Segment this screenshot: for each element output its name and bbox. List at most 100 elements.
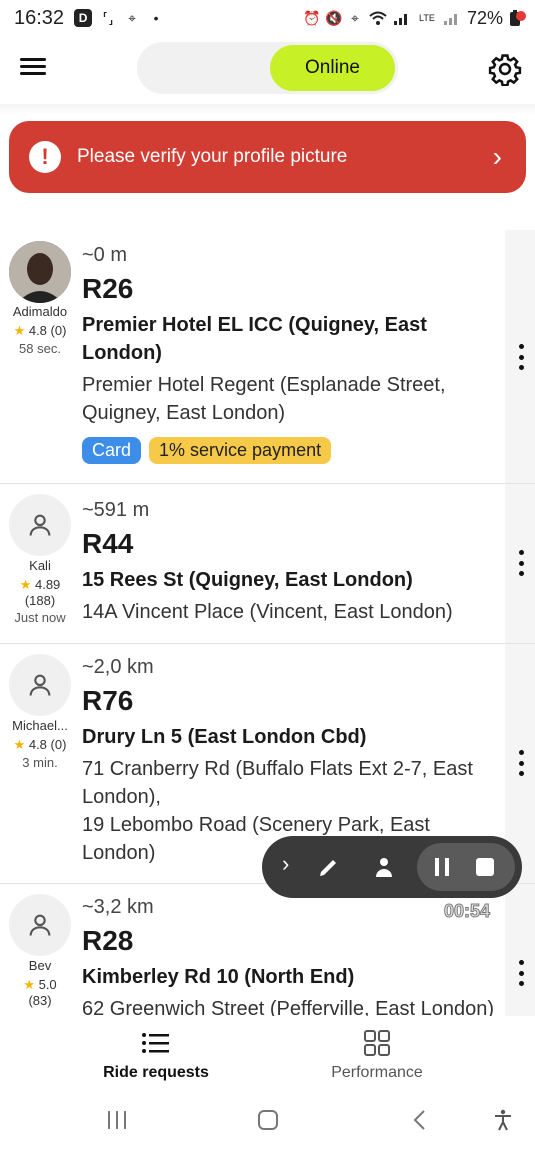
user-placeholder-icon [29,674,51,696]
nav-label: Ride requests [103,1064,209,1081]
app-header: Online [0,36,535,104]
avatar[interactable] [9,241,71,303]
rating-value: 5.0 [38,977,57,992]
hamburger-menu-button[interactable] [20,54,50,84]
user-info: Bev ★ 5.0 (83) [0,958,80,1008]
ride-details: ~0 m R26 Premier Hotel EL ICC (Quigney, … [82,244,502,464]
user-placeholder-icon [29,514,51,536]
chevron-right-icon[interactable]: › [282,851,289,877]
profile-photo-icon [9,241,71,303]
stop-icon[interactable] [475,857,495,877]
destination-address: 14A Vincent Place (Vincent, East London) [82,601,453,623]
rating-value: 4.89 [34,577,61,592]
pencil-icon[interactable] [317,855,341,879]
avatar[interactable] [9,894,71,956]
ride-request-row[interactable]: Kali ★ 4.89 (188) Just now ~591 m R44 15 … [0,484,535,644]
header-divider [0,104,535,114]
dot-icon: • [153,10,159,26]
destination-address: Premier Hotel Regent (Esplanade Street, … [82,374,446,424]
ride-details: ~3,2 km R28 Kimberley Rd 10 (North End) … [82,896,502,1016]
recents-icon[interactable] [105,1108,129,1132]
price: R28 [82,925,134,956]
online-status-toggle[interactable]: Online [137,42,398,94]
recording-timer: 00:54 [443,901,491,922]
rating-count: (83) [28,993,52,1008]
rating-count: (188) [24,593,56,608]
nav-ride-requests[interactable]: Ride requests [66,1028,246,1082]
settings-gear-icon[interactable] [488,52,522,86]
menu-line [20,58,46,61]
more-options-icon[interactable] [517,750,525,776]
user-info: Michael... ★ 4.8 (0) 3 min. [0,718,80,770]
pickup-address: Kimberley Rd 10 (North End) [82,966,355,988]
star-icon: ★ [23,977,35,992]
distance: ~0 m [82,244,128,266]
location-icon: ⌖ [351,10,359,26]
star-icon: ★ [13,737,26,752]
pickup-address: Drury Ln 5 (East London Cbd) [82,726,367,748]
request-age: 3 min. [22,755,58,770]
user-info: Adimaldo ★ 4.8 (0) 58 sec. [0,304,80,356]
notification-dot [516,11,526,21]
person-icon[interactable] [372,855,396,879]
avatar[interactable] [9,494,71,556]
price: R26 [82,273,134,304]
status-right-icons: ⏰ 🔇 ⌖ LTE 72% [303,8,521,29]
price: R44 [82,528,134,559]
user-rating: ★ 5.0 (83) [0,977,80,1008]
alert-icon: ! [29,141,61,173]
tag-list: Card 1% service payment [82,437,502,464]
star-icon: ★ [13,323,26,338]
home-icon[interactable] [256,1108,280,1132]
banner-text: Please verify your profile picture [77,146,348,167]
mute-icon: 🔇 [324,10,343,26]
ride-request-list[interactable]: Adimaldo ★ 4.8 (0) 58 sec. ~0 m R26 Prem… [0,230,535,1016]
status-time: 16:32 [14,6,65,29]
nav-performance[interactable]: Performance [287,1028,467,1082]
ride-request-row[interactable]: Adimaldo ★ 4.8 (0) 58 sec. ~0 m R26 Prem… [0,230,535,484]
more-options-icon[interactable] [517,550,525,576]
d-badge-icon: D [74,9,93,27]
verify-profile-banner[interactable]: ! Please verify your profile picture › [9,121,526,193]
destination-address: 62 Greenwich Street (Pefferville, East L… [82,998,495,1016]
accessibility-icon[interactable] [491,1108,515,1132]
user-rating: ★ 4.89 (188) [0,577,80,608]
recording-controls-group [417,843,515,891]
row-side-strip [505,884,535,1016]
avatar[interactable] [9,654,71,716]
bottom-navigation: Ride requests Performance [0,1016,535,1088]
menu-line [20,72,46,75]
request-age: Just now [14,610,66,625]
user-name: Bev [28,958,52,973]
nav-label: Performance [331,1064,423,1081]
service-payment-tag: 1% service payment [149,437,332,464]
pause-icon[interactable] [432,857,452,877]
signal-icon [393,14,407,25]
list-icon [66,1028,246,1058]
price: R76 [82,685,134,716]
rating-value: 4.8 (0) [28,323,67,338]
online-toggle-label: Online [270,45,395,91]
distance: ~2,0 km [82,656,154,678]
back-icon[interactable] [408,1108,432,1132]
pickup-address: Premier Hotel EL ICC (Quigney, East Lond… [82,314,427,364]
signal-icon [443,14,457,25]
screen-recorder-controls: › [262,836,522,898]
user-name: Michael... [12,718,68,733]
grid-icon [287,1028,467,1058]
system-navigation-bar [0,1088,535,1151]
user-rating: ★ 4.8 (0) [0,737,80,753]
battery-text: 72% [466,7,503,28]
payment-card-tag: Card [82,437,142,464]
location-icon: ⌖ [128,10,136,26]
ride-details: ~591 m R44 15 Rees St (Quigney, East Lon… [82,499,502,626]
star-icon: ★ [19,577,32,592]
more-options-icon[interactable] [517,344,525,370]
destination-address: 71 Cranberry Rd (Buffalo Flats Ext 2-7, … [82,758,473,808]
distance: ~3,2 km [82,896,154,918]
wifi-icon [369,11,387,25]
user-info: Kali ★ 4.89 (188) Just now [0,558,80,625]
chevron-right-icon: › [492,141,502,172]
more-options-icon[interactable] [517,960,525,986]
pickup-address: 15 Rees St (Quigney, East London) [82,569,413,591]
